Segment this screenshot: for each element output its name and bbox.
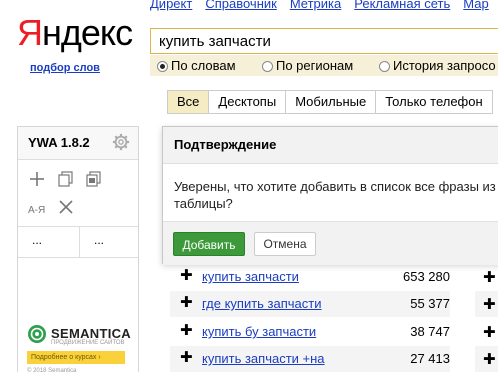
related-phrases-column: ✚ ✚ ✚ ✚ — [475, 264, 498, 372]
semantica-name: SEMANTICA — [51, 326, 131, 341]
ywa-toolbar: А-Я — [18, 160, 138, 227]
radio-label: По регионам — [276, 58, 354, 73]
ywa-columns: ... ... — [18, 227, 138, 258]
confirm-add-button[interactable]: Добавить — [173, 232, 245, 256]
phrase-count: 653 280 — [403, 269, 450, 284]
ywa-col-left[interactable]: ... — [32, 233, 42, 247]
nav-link-metrika[interactable]: Метрика — [290, 0, 341, 11]
logo-rest: ндекс — [42, 12, 133, 53]
nav-link-market[interactable]: Мар — [463, 0, 488, 11]
radio-by-regions[interactable]: По регионам — [262, 58, 353, 73]
radio-empty-icon — [262, 61, 273, 72]
radio-label: История запросо — [393, 58, 496, 73]
tab-mobile[interactable]: Мобильные — [285, 90, 377, 114]
dialog-header: Подтверждение — [163, 127, 498, 164]
tab-all[interactable]: Все — [167, 90, 210, 114]
add-phrase-icon[interactable]: ✚ — [483, 323, 496, 341]
semantica-logo-icon — [28, 325, 46, 343]
ywa-col-right[interactable]: ... — [94, 233, 104, 247]
ywa-title: YWA 1.8.2 — [28, 135, 90, 150]
tab-phones-only[interactable]: Только телефон — [375, 90, 493, 114]
dialog-message: Уверены, что хотите добавить в список вс… — [174, 179, 496, 211]
clear-icon[interactable] — [57, 198, 75, 216]
svg-text:А-Я: А-Я — [28, 205, 45, 216]
add-phrase-icon[interactable]: ✚ — [180, 268, 193, 283]
add-phrase-icon[interactable]: ✚ — [483, 350, 496, 368]
table-row: ✚ купить бу запчасти 38 747 — [170, 319, 450, 346]
logo-first-letter: Я — [17, 12, 43, 53]
add-phrase-icon[interactable]: ✚ — [180, 295, 193, 310]
nav-link-direct[interactable]: Директ — [150, 0, 192, 11]
phrase-count: 38 747 — [410, 324, 450, 339]
phrase-link[interactable]: купить запчасти — [202, 269, 299, 284]
cancel-button[interactable]: Отмена — [254, 232, 316, 256]
table-row: ✚ купить запчасти 653 280 — [170, 264, 450, 291]
table-row: ✚ — [475, 346, 498, 372]
confirm-dialog: Подтверждение Уверены, что хотите добави… — [162, 126, 498, 265]
table-row: ✚ — [475, 319, 498, 345]
search-mode-bar: По словам По регионам История запросо — [150, 55, 498, 76]
phrase-count: 55 377 — [410, 296, 450, 311]
tab-desktops[interactable]: Десктопы — [208, 90, 287, 114]
add-phrase-icon[interactable]: ✚ — [180, 323, 193, 338]
phrase-link[interactable]: купить запчасти +на — [202, 351, 325, 366]
radio-by-words[interactable]: По словам — [157, 58, 236, 73]
add-phrase-icon[interactable]: ✚ — [180, 350, 193, 365]
dialog-footer: Добавить Отмена — [163, 221, 498, 265]
nav-link-ad-network[interactable]: Рекламная сеть — [354, 0, 450, 11]
gear-icon[interactable] — [112, 133, 130, 151]
radio-empty-icon — [379, 61, 390, 72]
table-row: ✚ — [475, 264, 498, 290]
yandex-logo[interactable]: Яндекс — [17, 12, 133, 53]
phrase-link[interactable]: купить бу запчасти — [202, 324, 316, 339]
ywa-col-divider — [79, 227, 80, 257]
semantica-button[interactable]: Подробнее о курсах › — [27, 351, 125, 364]
radio-history[interactable]: История запросо — [379, 58, 496, 73]
semantica-sub: ПРОДВИЖЕНИЕ САЙТОВ — [51, 340, 125, 346]
device-tabs: Все Десктопы Мобильные Только телефон — [167, 90, 493, 114]
export-icon[interactable] — [85, 170, 103, 188]
table-row: ✚ купить запчасти +на 27 413 — [170, 346, 450, 373]
semantica-footer: © 2018 Semantica — [27, 368, 77, 374]
nav-link-spravochnik[interactable]: Справочник — [205, 0, 277, 11]
table-row: ✚ где купить запчасти 55 377 — [170, 291, 450, 318]
ywa-header: YWA 1.8.2 — [18, 127, 138, 160]
add-phrase-icon[interactable]: ✚ — [483, 295, 496, 313]
radio-selected-icon — [157, 61, 168, 72]
phrase-count: 27 413 — [410, 351, 450, 366]
search-input[interactable]: купить запчасти — [150, 28, 498, 54]
radio-label: По словам — [171, 58, 236, 73]
phrase-link[interactable]: где купить запчасти — [202, 296, 322, 311]
wordstat-link[interactable]: подбор слов — [30, 62, 100, 74]
copy-icon[interactable] — [57, 170, 75, 188]
top-nav: Директ Справочник Метрика Рекламная сеть Мар — [150, 0, 498, 11]
dialog-title: Подтверждение — [174, 137, 277, 152]
add-phrase-icon[interactable]: ✚ — [483, 268, 496, 286]
sort-az-icon[interactable]: А-Я — [28, 200, 48, 218]
plus-icon[interactable] — [28, 170, 46, 188]
table-row: ✚ — [475, 291, 498, 317]
